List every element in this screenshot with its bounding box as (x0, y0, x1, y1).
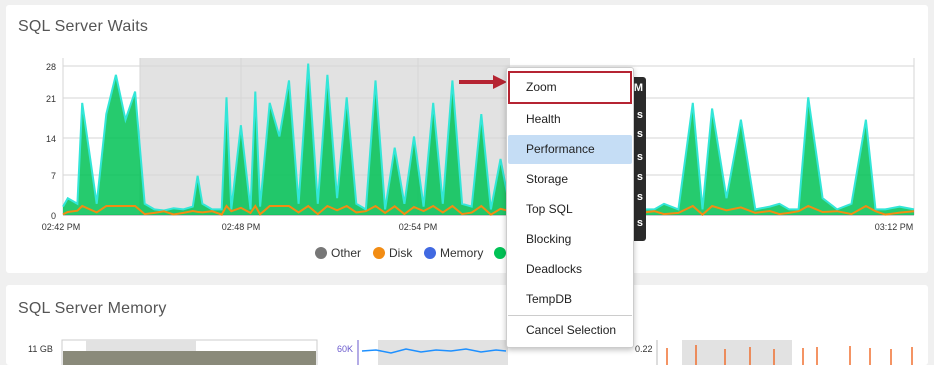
x-tick-label: 03:12 PM (875, 222, 914, 232)
menu-item-tempdb[interactable]: TempDB (508, 285, 632, 314)
memory-left-area (63, 351, 316, 365)
legend-swatch-memory (424, 247, 436, 259)
waits-panel: SQL Server Waits 0 7 14 21 28 02:42 PM 02:48 … (6, 5, 928, 273)
tooltip-line: M (633, 82, 643, 94)
menu-item-performance[interactable]: Performance (508, 135, 632, 164)
memory-charts[interactable]: 11 GB 60K 0.22 (6, 285, 928, 365)
tooltip-line: s (636, 128, 643, 140)
waits-chart[interactable]: 0 7 14 21 28 02:42 PM 02:48 PM 02:54 PM 03:12 P… (6, 5, 928, 273)
tooltip-line: s (636, 109, 643, 121)
menu-item-top-sql[interactable]: Top SQL (508, 195, 632, 224)
memory-ylabel-left: 11 GB (28, 344, 53, 354)
y-tick-label: 21 (46, 94, 56, 104)
memory-ylabel-middle: 60K (337, 344, 353, 354)
y-tick-label: 0 (51, 211, 56, 221)
menu-item-health[interactable]: Health (508, 105, 632, 134)
tooltip-line: s (636, 217, 643, 229)
legend-label-other: Other (331, 246, 361, 260)
memory-ylabel-right: 0.22 (635, 344, 653, 354)
x-axis-ticks: 02:42 PM 02:48 PM 02:54 PM 03:12 PM (42, 222, 914, 232)
chart-legend: Other Disk Memory (315, 246, 506, 260)
x-tick-label: 02:54 PM (399, 222, 438, 232)
y-tick-label: 14 (46, 134, 56, 144)
y-axis-ticks: 0 7 14 21 28 (46, 62, 56, 221)
legend-swatch-cpu (494, 247, 506, 259)
tooltip-line: s (636, 171, 643, 183)
menu-item-cancel-selection[interactable]: Cancel Selection (508, 316, 632, 345)
y-tick-label: 28 (46, 62, 56, 72)
legend-label-memory: Memory (440, 246, 483, 260)
menu-item-deadlocks[interactable]: Deadlocks (508, 255, 632, 284)
memory-right-shading (682, 340, 792, 365)
legend-swatch-disk (373, 247, 385, 259)
menu-item-storage[interactable]: Storage (508, 165, 632, 194)
menu-item-blocking[interactable]: Blocking (508, 225, 632, 254)
x-tick-label: 02:42 PM (42, 222, 81, 232)
tooltip-line: s (636, 151, 643, 163)
menu-item-zoom[interactable]: Zoom (508, 71, 632, 104)
memory-panel: SQL Server Memory 11 GB 60K 0.22 (6, 285, 928, 365)
y-tick-label: 7 (51, 171, 56, 181)
legend-swatch-other (315, 247, 327, 259)
memory-middle-shading (378, 340, 508, 365)
chart-context-menu: Zoom Health Performance Storage Top SQL … (506, 67, 634, 348)
tooltip-line: s (636, 191, 643, 203)
legend-label-disk: Disk (389, 246, 413, 260)
x-tick-label: 02:48 PM (222, 222, 261, 232)
